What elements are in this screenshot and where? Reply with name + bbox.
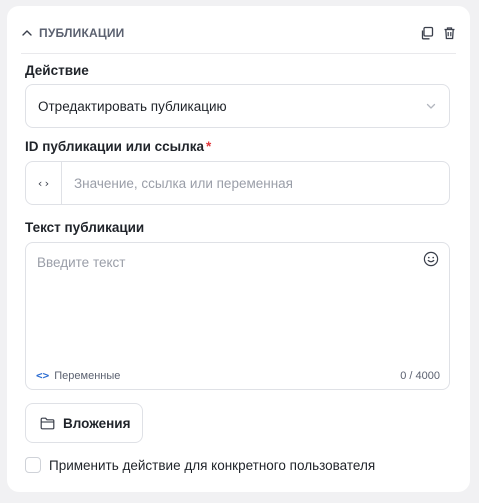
attachments-label: Вложения <box>63 415 131 431</box>
publication-text-field: <> Переменные 0 / 4000 <box>25 242 450 390</box>
publication-id-label-text: ID публикации или ссылка <box>25 139 205 154</box>
action-selected-value: Отредактировать публикацию <box>38 98 227 114</box>
specific-user-option[interactable]: Применить действие для конкретного польз… <box>25 457 375 473</box>
folder-icon <box>40 417 55 430</box>
publication-id-field: ‹› <box>25 161 450 205</box>
specific-user-checkbox[interactable] <box>25 457 41 473</box>
action-label: Действие <box>25 63 89 78</box>
specific-user-label: Применить действие для конкретного польз… <box>49 457 376 473</box>
variables-button[interactable]: <> Переменные <box>36 369 120 382</box>
required-mark: * <box>206 139 212 154</box>
publication-card: ПУБЛИКАЦИИ Действие Отредактировать публ… <box>7 6 470 492</box>
character-counter: 0 / 4000 <box>400 370 440 382</box>
section-header: ПУБЛИКАЦИИ <box>21 20 456 54</box>
emoji-icon[interactable] <box>423 251 439 267</box>
attachments-button[interactable]: Вложения <box>25 403 143 443</box>
publication-text-label: Текст публикации <box>25 220 145 235</box>
action-select[interactable]: Отредактировать публикацию <box>25 84 450 128</box>
chevron-down-icon <box>425 100 437 112</box>
section-actions <box>420 26 456 40</box>
trash-icon[interactable] <box>442 26 456 40</box>
publication-text-input[interactable] <box>26 243 449 361</box>
variables-label: Переменные <box>54 369 121 382</box>
code-icon[interactable]: ‹› <box>26 162 62 204</box>
copy-icon[interactable] <box>420 26 434 40</box>
chevron-up-icon[interactable] <box>21 26 35 40</box>
publication-id-label: ID публикации или ссылка * <box>25 139 211 154</box>
code-brackets-icon: <> <box>36 369 50 382</box>
section-title: ПУБЛИКАЦИИ <box>39 25 125 40</box>
publication-id-input[interactable] <box>62 162 449 204</box>
